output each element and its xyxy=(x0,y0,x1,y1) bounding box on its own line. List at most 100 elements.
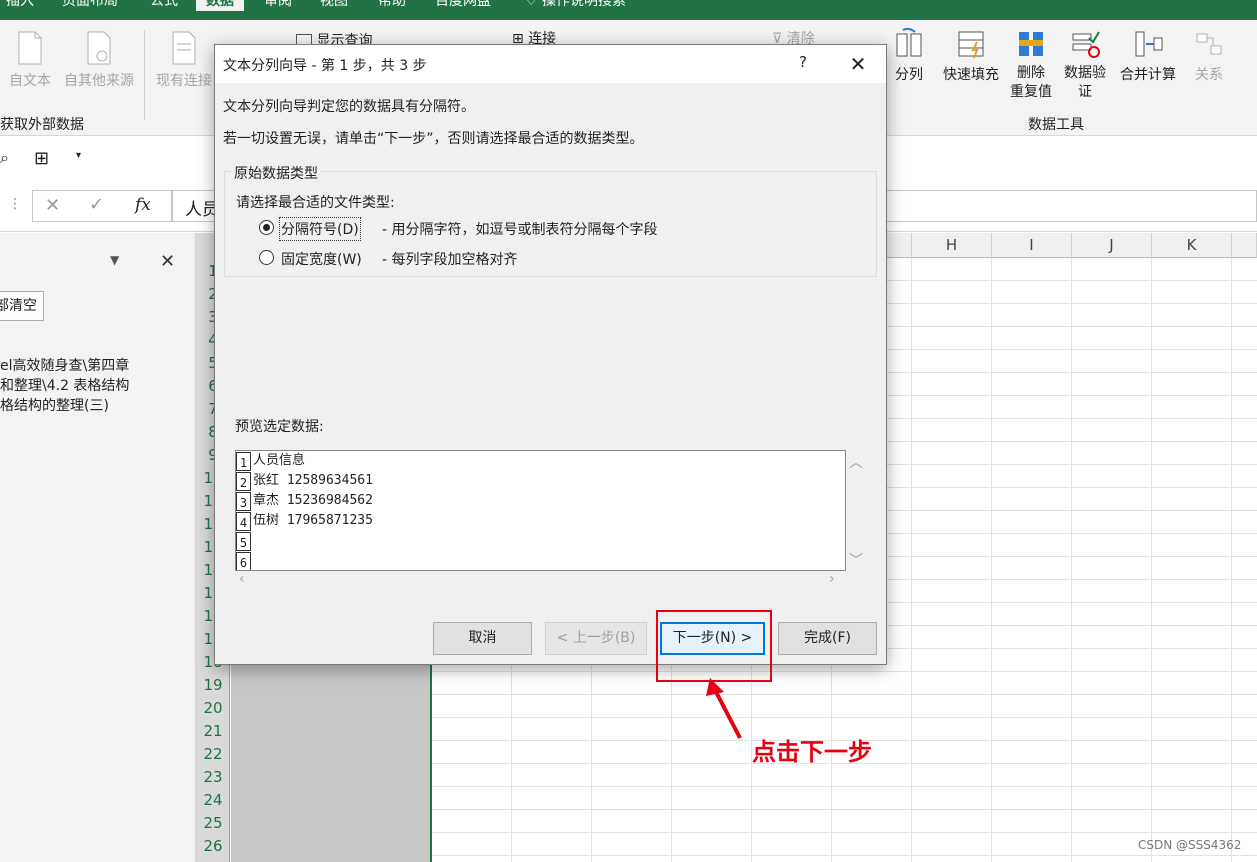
data-preview[interactable]: 1 人员信息 2 张红 12589634561 3 章杰 15236984562 4伍… xyxy=(235,450,846,571)
preview-row: 5 xyxy=(236,531,845,551)
tab-insert[interactable]: 插入 xyxy=(6,0,34,11)
tab-baidu-netdisk[interactable]: 百度网盘 xyxy=(435,0,491,11)
dialog-hint: 若一切设置无误，请单击“下一步”，否则请选择最合适的数据类型。 xyxy=(223,131,644,147)
formula-bar-grip-icon: ⋮ xyxy=(8,196,22,212)
ribbon-separator xyxy=(144,30,145,120)
preview-row: 6 xyxy=(236,551,845,570)
row-number[interactable]: 21 xyxy=(196,720,230,743)
text-file-icon xyxy=(18,31,42,65)
relationships-label: 关系 xyxy=(1195,67,1223,83)
split-columns-icon xyxy=(896,28,922,57)
preview-row-text: 人员信息 xyxy=(253,453,306,468)
tab-data[interactable]: 数据 xyxy=(196,0,244,11)
preview-row: 4 伍树 17965871235 xyxy=(236,511,845,531)
tab-page-layout[interactable]: 页面布局 xyxy=(62,0,118,11)
dialog-title-bar: 文本分列向导 - 第 1 步，共 3 步 ? ✕ xyxy=(215,45,886,83)
from-other-sources-label: 自其他来源 xyxy=(64,73,134,89)
relationships-button[interactable]: 关系 xyxy=(1186,28,1232,84)
pane-close-icon[interactable]: ✕ xyxy=(160,251,175,272)
text-to-columns-label: 分列 xyxy=(895,67,923,83)
tab-view[interactable]: 视图 xyxy=(320,0,348,11)
tell-me-search[interactable]: ♡ 操作说明搜索 xyxy=(525,0,626,11)
tell-me-label: 操作说明搜索 xyxy=(542,0,627,9)
close-icon[interactable]: ✕ xyxy=(843,49,873,79)
column-header-h[interactable]: H xyxy=(912,233,992,258)
scroll-left-icon[interactable]: ‹ xyxy=(239,571,245,587)
remove-duplicates-button[interactable]: 删除 重复值 xyxy=(1006,28,1056,102)
dialog-title: 文本分列向导 - 第 1 步，共 3 步 xyxy=(223,58,427,74)
from-text-label: 自文本 xyxy=(9,73,51,89)
cancel-formula-icon[interactable]: ✕ xyxy=(45,195,60,216)
existing-connections-button[interactable]: 现有连接 xyxy=(152,30,216,90)
lightbulb-icon: ♡ xyxy=(525,0,538,9)
fixed-width-radio[interactable] xyxy=(259,250,274,265)
tab-help[interactable]: 帮助 xyxy=(378,0,406,11)
customize-dropdown-icon[interactable]: ▾ xyxy=(76,150,81,161)
consolidate-button[interactable]: 合并计算 xyxy=(1116,28,1180,84)
data-validation-icon xyxy=(1072,31,1100,58)
tab-review[interactable]: 审阅 xyxy=(264,0,292,11)
preview-row-number: 6 xyxy=(236,552,251,570)
annotation-text: 点击下一步 xyxy=(752,738,872,766)
relationships-icon xyxy=(1196,33,1222,55)
from-other-sources-button[interactable]: 自其他来源 xyxy=(60,30,138,90)
column-header-l[interactable] xyxy=(1232,233,1257,258)
flash-fill-button[interactable]: 快速填充 xyxy=(938,28,1004,84)
delimited-radio[interactable] xyxy=(259,220,274,235)
pane-path-line-1[interactable]: el高效随身查\第四章 xyxy=(0,355,129,375)
help-icon[interactable]: ? xyxy=(793,53,813,75)
row-number[interactable]: 23 xyxy=(196,766,230,789)
scroll-down-icon[interactable]: ﹀ xyxy=(849,550,863,570)
preview-label: 预览选定数据: xyxy=(235,419,324,435)
scroll-up-icon[interactable]: ︿ xyxy=(849,452,863,472)
print-preview-icon[interactable]: ⌕ xyxy=(0,148,9,168)
get-external-data-group-label: 获取外部数据 xyxy=(0,117,84,133)
preview-horizontal-scrollbar[interactable]: ‹ › xyxy=(235,571,846,588)
data-type-group-title: 原始数据类型 xyxy=(231,163,321,183)
preview-row: 3 章杰 15236984562 xyxy=(236,491,845,511)
clear-all-button[interactable]: 部清空 xyxy=(0,291,44,321)
row-number[interactable]: 24 xyxy=(196,789,230,812)
column-header-j[interactable]: J xyxy=(1072,233,1152,258)
preview-vertical-scrollbar[interactable]: ︿ ﹀ xyxy=(846,450,863,571)
column-header-i[interactable]: I xyxy=(992,233,1072,258)
borders-icon[interactable]: ⊞ xyxy=(34,148,49,169)
consolidate-label: 合并计算 xyxy=(1120,67,1176,83)
task-pane: ▼ ✕ 部清空 el高效随身查\第四章 和整理\4.2 表格结构 格结构的整理(… xyxy=(0,233,196,862)
pane-path-line-3[interactable]: 格结构的整理(三) xyxy=(0,395,109,415)
fixed-width-description: - 每列字段加空格对齐 xyxy=(382,252,518,268)
preview-row-number: 1 xyxy=(236,452,251,471)
remove-duplicates-icon xyxy=(1019,32,1043,56)
row-number[interactable]: 26 xyxy=(196,835,230,858)
delimited-label[interactable]: 分隔符号(D) xyxy=(279,217,361,241)
text-to-columns-dialog: 文本分列向导 - 第 1 步，共 3 步 ? ✕ 文本分列向导判定您的数据具有分… xyxy=(214,44,887,665)
fixed-width-label[interactable]: 固定宽度(W) xyxy=(281,249,362,269)
annotation-arrow-icon xyxy=(706,678,742,739)
text-to-columns-button[interactable]: 分列 xyxy=(888,28,930,84)
preview-row-number: 2 xyxy=(236,472,251,491)
remove-duplicates-label-2: 重复值 xyxy=(1010,84,1052,100)
cancel-button[interactable]: 取消 xyxy=(433,622,532,655)
pane-options-dropdown-icon[interactable]: ▼ xyxy=(110,253,119,267)
preview-row-text: 章杰 15236984562 xyxy=(253,493,373,508)
delimited-description: - 用分隔字符，如逗号或制表符分隔每个字段 xyxy=(382,222,658,238)
consolidate-icon xyxy=(1135,31,1163,57)
back-button[interactable]: < 上一步(B) xyxy=(545,622,647,655)
row-number[interactable]: 20 xyxy=(196,697,230,720)
row-number[interactable]: 22 xyxy=(196,743,230,766)
enter-formula-icon[interactable]: ✓ xyxy=(89,194,104,215)
data-validation-button[interactable]: 数据验 证 xyxy=(1060,28,1110,102)
preview-row-text: 张红 12589634561 xyxy=(253,473,373,488)
from-text-button[interactable]: 自文本 xyxy=(6,30,54,90)
scroll-right-icon[interactable]: › xyxy=(829,571,835,587)
preview-row: 1 人员信息 xyxy=(236,451,845,471)
finish-button[interactable]: 完成(F) xyxy=(778,622,877,655)
column-header-k[interactable]: K xyxy=(1152,233,1232,258)
preview-row-number: 5 xyxy=(236,532,251,551)
preview-row-text: 伍树 17965871235 xyxy=(253,513,373,528)
pane-path-line-2[interactable]: 和整理\4.2 表格结构 xyxy=(0,375,129,395)
row-number[interactable]: 19 xyxy=(196,674,230,697)
insert-function-icon[interactable]: fx xyxy=(135,195,151,215)
tab-formulas[interactable]: 公式 xyxy=(150,0,178,11)
row-number[interactable]: 25 xyxy=(196,812,230,835)
